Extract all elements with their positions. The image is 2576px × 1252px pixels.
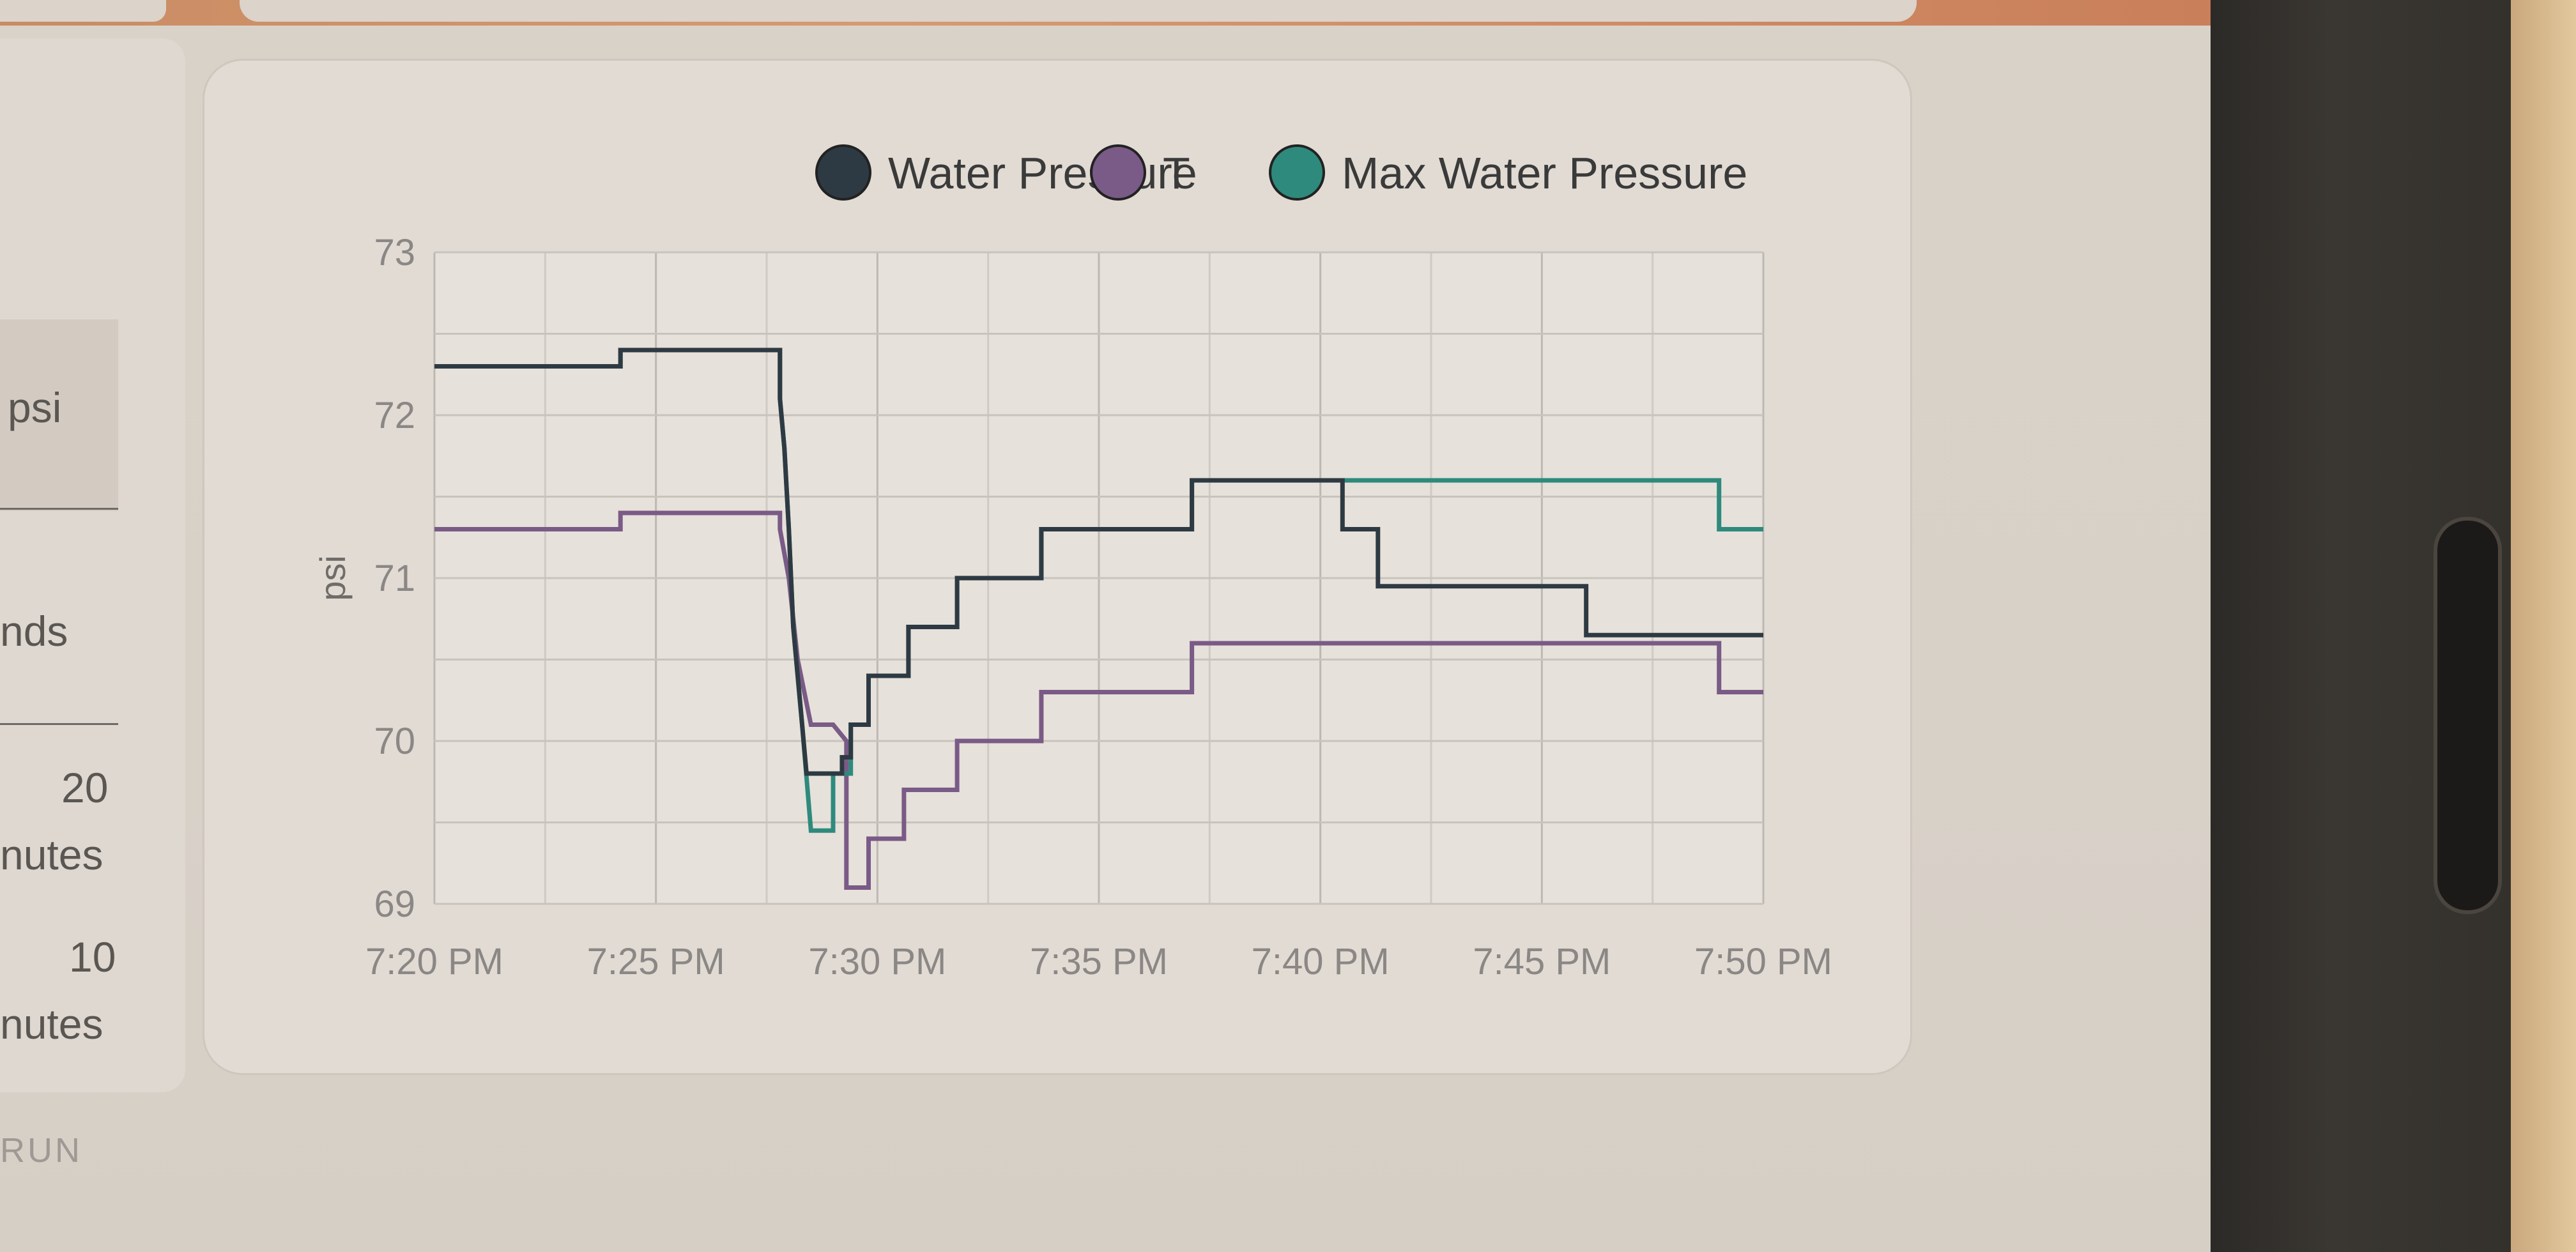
option-20-value[interactable]: 20	[61, 763, 108, 812]
top-card-left	[0, 0, 166, 22]
x-tick-label: 7:35 PM	[1030, 941, 1168, 982]
legend-marker	[815, 144, 871, 201]
x-tick-label: 7:30 PM	[808, 941, 946, 982]
x-tick-label: 7:40 PM	[1252, 941, 1390, 982]
option-20-unit[interactable]: nutes	[0, 830, 103, 879]
y-tick-label: 73	[374, 232, 415, 273]
settings-card: psi nds 20 nutes 10 nutes RUN	[0, 38, 185, 1170]
y-tick-label: 71	[374, 558, 415, 599]
chart-card: 69 70 71 72 73 7:20 PM 7:25 PM 7:30 PM 7:35 PM 7:…	[204, 61, 1910, 1073]
run-button[interactable]: RUN	[0, 1131, 82, 1170]
x-tick-label: 7:50 PM	[1694, 941, 1832, 982]
x-tick-label: 7:20 PM	[365, 941, 503, 982]
y-tick-label: 70	[374, 721, 415, 762]
legend-label: Water Pressure	[888, 148, 1197, 198]
legend-marker	[1090, 144, 1146, 201]
field-underline-2	[0, 723, 118, 725]
y-axis-label: psi	[312, 555, 353, 601]
x-tick-label: 7:25 PM	[587, 941, 725, 982]
table-surface	[2511, 0, 2576, 1252]
top-card-right	[240, 0, 1917, 22]
seconds-label: nds	[0, 607, 68, 655]
option-10-value[interactable]: 10	[69, 933, 116, 981]
legend-label: Max Water Pressure	[1342, 148, 1747, 198]
screen: psi nds 20 nutes 10 nutes RUN 69 70 71 72 73…	[0, 0, 2211, 1252]
legend-label: T	[1163, 148, 1190, 198]
option-10-unit[interactable]: nutes	[0, 1000, 103, 1048]
unit-label: psi	[8, 384, 62, 431]
y-tick-label: 69	[374, 883, 415, 925]
water-pressure-chart: 69 70 71 72 73 7:20 PM 7:25 PM 7:30 PM 7:35 PM 7:…	[312, 144, 1832, 982]
legend-marker	[1269, 144, 1325, 201]
device-side-button	[2437, 521, 2498, 910]
field-underline	[0, 508, 118, 510]
x-tick-label: 7:45 PM	[1473, 941, 1611, 982]
y-tick-label: 72	[374, 395, 415, 436]
